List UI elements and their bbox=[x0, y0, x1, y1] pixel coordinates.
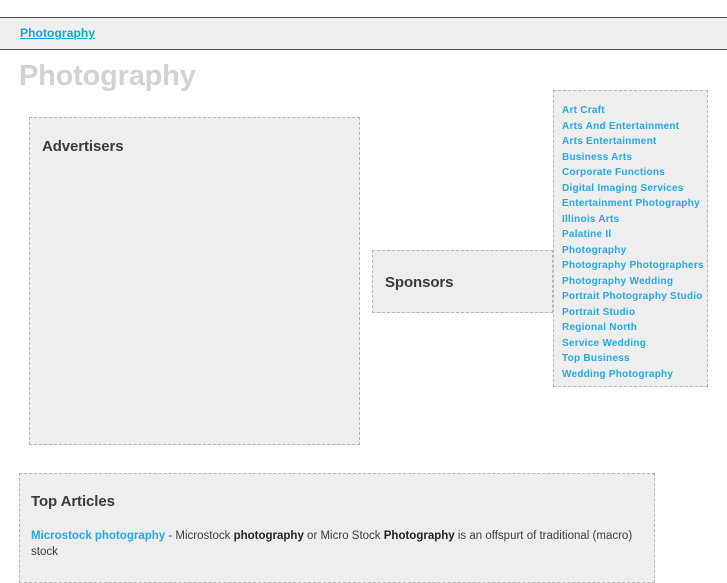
top-articles-panel: Top Articles Microstock photography - Mi… bbox=[19, 473, 655, 583]
sponsors-heading: Sponsors bbox=[385, 274, 454, 291]
related-link-item: Photography Photographers bbox=[554, 256, 707, 272]
related-link-item: Portrait Studio bbox=[554, 303, 707, 319]
related-link[interactable]: Arts And Entertainment bbox=[562, 121, 679, 132]
related-link-item: Wedding Photography bbox=[554, 365, 707, 381]
article-title-link[interactable]: Microstock photography bbox=[31, 530, 165, 542]
advertisers-panel: Advertisers bbox=[29, 117, 360, 445]
article-separator: - bbox=[165, 530, 176, 542]
article-text-part-1: Microstock bbox=[175, 530, 234, 542]
related-link-item: Photography Wedding bbox=[554, 272, 707, 288]
related-link-item: Illinois Arts bbox=[554, 210, 707, 226]
page-title: Photography bbox=[19, 60, 196, 92]
related-link[interactable]: Business Arts bbox=[562, 152, 632, 163]
related-link[interactable]: Digital Imaging Services bbox=[562, 183, 684, 194]
related-link[interactable]: Portrait Photography Studio bbox=[562, 291, 703, 302]
related-link-item: Entertainment Photography bbox=[554, 194, 707, 210]
related-link[interactable]: Regional North bbox=[562, 322, 637, 333]
related-links-panel: Art Craft Arts And Entertainment Arts Ente… bbox=[553, 90, 708, 387]
related-link-item: Art Craft bbox=[554, 101, 707, 117]
top-navigation-bar: Photography bbox=[0, 17, 727, 50]
article-keyword-1: photography bbox=[233, 530, 304, 542]
advertisers-heading: Advertisers bbox=[42, 138, 124, 155]
related-link[interactable]: Photography Photographers bbox=[562, 260, 704, 271]
related-link[interactable]: Wedding Photography bbox=[562, 369, 673, 380]
article-entry: Microstock photography - Microstock phot… bbox=[31, 528, 645, 560]
sponsors-panel: Sponsors bbox=[372, 250, 553, 313]
article-text-part-2: or Micro Stock bbox=[303, 530, 384, 542]
related-link[interactable]: Portrait Studio bbox=[562, 307, 635, 318]
related-link[interactable]: Photography Wedding bbox=[562, 276, 673, 287]
related-link-item: Business Arts bbox=[554, 148, 707, 164]
related-link-item: Arts And Entertainment bbox=[554, 117, 707, 133]
related-link-item: Corporate Functions bbox=[554, 163, 707, 179]
related-links-list: Art Craft Arts And Entertainment Arts Ente… bbox=[554, 101, 707, 380]
related-link[interactable]: Corporate Functions bbox=[562, 167, 665, 178]
related-link[interactable]: Palatine Il bbox=[562, 229, 611, 240]
article-keyword-2: Photography bbox=[383, 530, 455, 542]
related-link-item: Service Wedding bbox=[554, 334, 707, 350]
related-link[interactable]: Art Craft bbox=[562, 105, 605, 116]
related-link[interactable]: Illinois Arts bbox=[562, 214, 619, 225]
nav-link-photography[interactable]: Photography bbox=[20, 26, 95, 40]
related-link-item: Top Business bbox=[554, 349, 707, 365]
related-link[interactable]: Entertainment Photography bbox=[562, 198, 700, 209]
top-articles-heading: Top Articles bbox=[31, 493, 115, 510]
related-link-item: Palatine Il bbox=[554, 225, 707, 241]
related-link[interactable]: Top Business bbox=[562, 353, 630, 364]
related-link[interactable]: Service Wedding bbox=[562, 338, 646, 349]
related-link-item: Regional North bbox=[554, 318, 707, 334]
related-link-item: Portrait Photography Studio bbox=[554, 287, 707, 303]
related-link[interactable]: Photography bbox=[562, 245, 626, 256]
related-link[interactable]: Arts Entertainment bbox=[562, 136, 657, 147]
related-link-item: Digital Imaging Services bbox=[554, 179, 707, 195]
related-link-item: Photography bbox=[554, 241, 707, 257]
related-link-item: Arts Entertainment bbox=[554, 132, 707, 148]
